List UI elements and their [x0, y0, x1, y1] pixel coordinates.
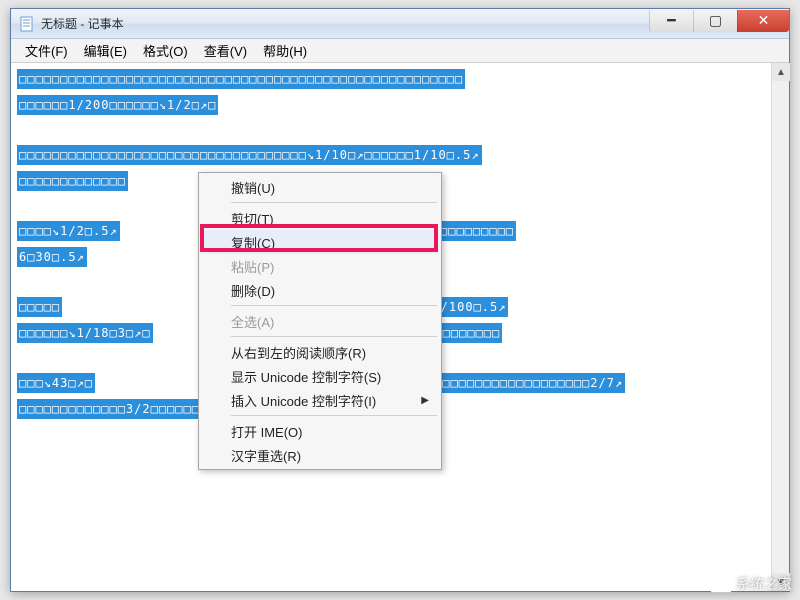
window-controls: ━ ▢ ✕ — [649, 10, 789, 32]
menubar: 文件(F) 编辑(E) 格式(O) 查看(V) 帮助(H) — [11, 39, 789, 63]
minimize-button[interactable]: ━ — [649, 10, 693, 32]
menu-help[interactable]: 帮助(H) — [255, 39, 315, 62]
selected-text: 6□30□.5↗ — [17, 247, 87, 267]
ctx-delete[interactable]: 删除(D) — [201, 278, 439, 302]
menu-view[interactable]: 查看(V) — [196, 39, 255, 62]
menu-file[interactable]: 文件(F) — [17, 39, 76, 62]
selected-text: □□□□□□1/200□□□□□□↘1/2□↗□ — [17, 95, 218, 115]
ctx-insert-unicode-label: 插入 Unicode 控制字符(I) — [231, 391, 376, 410]
ctx-rtl-reading[interactable]: 从右到左的阅读顺序(R) — [201, 340, 439, 364]
context-menu: 撤销(U) 剪切(T) 复制(C) 粘贴(P) 删除(D) 全选(A) 从右到左… — [198, 172, 442, 470]
selected-text: □□□□□□□□□□□□□ — [17, 171, 128, 191]
ctx-select-all[interactable]: 全选(A) — [201, 309, 439, 333]
ctx-copy[interactable]: 复制(C) — [201, 230, 439, 254]
window-title: 无标题 - 记事本 — [41, 15, 649, 32]
vertical-scrollbar[interactable]: ▲ ▼ — [771, 63, 789, 591]
paragraph-1: □□□□□□□□□□□□□□□□□□□□□□□□□□□□□□□□□□□□□□□□… — [17, 69, 765, 121]
submenu-arrow-icon: ▶ — [421, 395, 429, 406]
selected-text: □□□□↘1/2□.5↗ — [17, 221, 120, 241]
ctx-open-ime[interactable]: 打开 IME(O) — [201, 419, 439, 443]
ctx-paste[interactable]: 粘贴(P) — [201, 254, 439, 278]
close-button[interactable]: ✕ — [737, 10, 789, 32]
ctx-show-unicode[interactable]: 显示 Unicode 控制字符(S) — [201, 364, 439, 388]
watermark: 系统之家 — [710, 574, 792, 594]
maximize-button[interactable]: ▢ — [693, 10, 737, 32]
notepad-icon — [19, 16, 35, 32]
scroll-up-arrow-icon[interactable]: ▲ — [772, 63, 790, 81]
titlebar: 无标题 - 记事本 ━ ▢ ✕ — [11, 9, 789, 39]
selected-text: □□□□□ — [17, 297, 62, 317]
ctx-hanzi-reselect[interactable]: 汉字重选(R) — [201, 443, 439, 467]
ctx-insert-unicode[interactable]: 插入 Unicode 控制字符(I) ▶ — [201, 388, 439, 412]
menu-separator — [231, 415, 437, 416]
menu-separator — [231, 202, 437, 203]
menu-edit[interactable]: 编辑(E) — [76, 39, 135, 62]
ctx-undo[interactable]: 撤销(U) — [201, 175, 439, 199]
selected-text: □□□↘43□↗□ — [17, 373, 95, 393]
menu-separator — [231, 336, 437, 337]
menu-format[interactable]: 格式(O) — [135, 39, 196, 62]
selected-text: □□□□□□□□□□□□□□□□□□□□□□□□□□□□□□□□□□□↘1/10… — [17, 145, 482, 165]
menu-separator — [231, 305, 437, 306]
watermark-text: 系统之家 — [736, 574, 792, 594]
selected-text: □□□□□□↘1/18□3□↗□ — [17, 323, 153, 343]
house-icon — [710, 575, 732, 593]
selected-text: □□□□□□□□□□□□□□□□□□□□□□□□□□□□□□□□□□□□□□□□… — [17, 69, 465, 89]
ctx-cut[interactable]: 剪切(T) — [201, 206, 439, 230]
